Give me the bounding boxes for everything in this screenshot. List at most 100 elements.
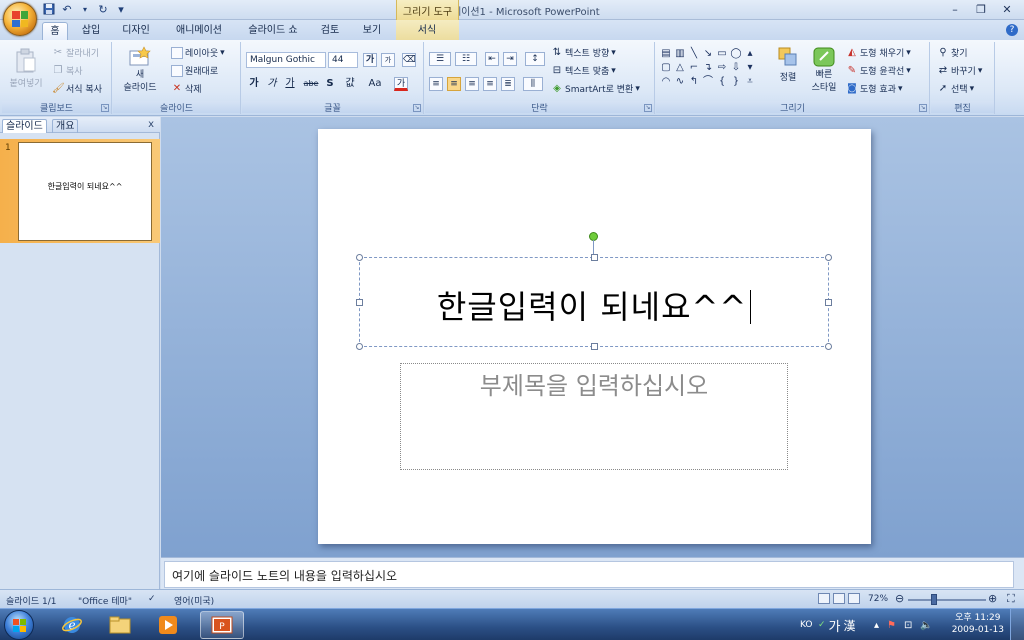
tab-slide-show[interactable]: 슬라이드 쇼 [240, 22, 306, 40]
drawing-launcher-icon[interactable]: ↘ [919, 104, 927, 112]
arrow-line-shape-icon[interactable]: ↘ [702, 48, 714, 60]
shape-fill-button[interactable]: ◭ 도형 채우기 ▾ [846, 46, 911, 60]
font-size-dropdown[interactable]: 44 [328, 52, 358, 68]
scroll-down-icon[interactable]: ▾ [744, 62, 756, 74]
slide-thumbnail-row[interactable]: 1 한글입력이 되네요^^ [0, 139, 160, 243]
normal-view-icon[interactable] [818, 593, 830, 604]
maximize-button[interactable]: ❐ [968, 2, 994, 18]
grow-font-button[interactable]: 가 [363, 53, 377, 67]
vertical-textbox-shape-icon[interactable]: ▥ [674, 48, 686, 60]
increase-indent-icon[interactable]: ⇥ [503, 52, 517, 66]
file-explorer-icon[interactable] [98, 611, 142, 639]
resize-handle-nw[interactable] [356, 254, 363, 261]
network-icon[interactable]: ⊡ [904, 620, 912, 631]
decrease-indent-icon[interactable]: ⇤ [485, 52, 499, 66]
strikethrough-button[interactable]: abe [302, 78, 320, 90]
media-player-icon[interactable] [146, 611, 190, 639]
layout-button[interactable]: 레이아웃 ▾ [171, 46, 225, 59]
tab-slides-pane[interactable]: 슬라이드 [2, 119, 47, 133]
zoom-slider-thumb[interactable] [931, 594, 937, 605]
close-button[interactable]: ✕ [994, 2, 1020, 18]
paragraph-launcher-icon[interactable]: ↘ [644, 104, 652, 112]
distributed-icon[interactable]: ≣ [501, 77, 515, 91]
start-button[interactable] [4, 610, 34, 640]
ime-hangul[interactable]: 가 [829, 616, 841, 635]
down-arrow-shape-icon[interactable]: ⇩ [730, 62, 742, 74]
more-shapes-icon[interactable]: ⩡ [744, 76, 756, 88]
callout-shape-icon[interactable]: ↰ [688, 76, 700, 88]
shape-effects-button[interactable]: ◙ 도형 효과 ▾ [846, 82, 902, 96]
curve-shape-icon[interactable]: ◠ [660, 76, 672, 88]
freeform-shape-icon[interactable]: ∿ [674, 76, 686, 88]
right-arrow-shape-icon[interactable]: ⇨ [716, 62, 728, 74]
theme-name[interactable]: "Office 테마" [78, 594, 132, 607]
close-icon[interactable]: x [148, 119, 154, 130]
office-button[interactable] [3, 2, 37, 36]
underline-button[interactable]: 가 [284, 78, 296, 90]
show-hidden-icons-icon[interactable]: ▴ [874, 620, 879, 631]
italic-button[interactable]: 가 [266, 78, 278, 90]
rectangle-shape-icon[interactable]: ▭ [716, 48, 728, 60]
resize-handle-sw[interactable] [356, 343, 363, 350]
change-case-button[interactable]: Aa [366, 78, 384, 90]
action-center-flag-icon[interactable]: ⚑ [887, 620, 896, 631]
align-left-icon[interactable]: ≡ [429, 77, 443, 91]
subtitle-placeholder[interactable]: 부제목을 입력하십시오 [400, 363, 788, 470]
clipboard-launcher-icon[interactable]: ↘ [101, 104, 109, 112]
tab-outline-pane[interactable]: 개요 [52, 119, 79, 133]
zoom-level[interactable]: 72% [868, 594, 888, 604]
zoom-slider-track[interactable] [908, 599, 986, 601]
shapes-gallery[interactable]: ▤ ▥ ╲ ↘ ▭ ◯ ▴ ▢ △ ⌐ ↴ ⇨ ⇩ ▾ ◠ ∿ ↰ ⌒ { } … [660, 48, 770, 88]
slide-canvas[interactable]: 한글입력이 되네요^^ 부제목을 입력하십시오 [318, 129, 871, 544]
justify-icon[interactable]: ≡ [483, 77, 497, 91]
internet-explorer-icon[interactable]: e [50, 611, 94, 639]
clear-format-icon[interactable]: ⌫ [402, 53, 416, 67]
align-center-icon[interactable]: ≡ [447, 77, 461, 91]
font-color-button[interactable]: 가 [394, 77, 408, 91]
minimize-button[interactable]: – [942, 2, 968, 18]
tab-insert[interactable]: 삽입 [76, 22, 106, 40]
volume-icon[interactable]: 🔈 [920, 620, 932, 631]
shrink-font-button[interactable]: 가 [381, 53, 395, 67]
delete-slide-button[interactable]: ✕ 삭제 [171, 82, 202, 96]
tab-format[interactable]: 서식 [410, 22, 444, 40]
bullets-icon[interactable]: ☰ [429, 52, 451, 66]
paste-button[interactable]: 붙여넣기 [6, 48, 46, 89]
fit-to-window-icon[interactable]: ⛶ [1007, 592, 1015, 606]
language-bar[interactable]: KO [800, 609, 813, 640]
clock[interactable]: 오후 11:29 2009-01-13 [952, 612, 1004, 636]
arrange-button[interactable]: 정렬 [774, 46, 802, 83]
cut-button[interactable]: ✂ 잘라내기 [52, 46, 99, 60]
left-brace-shape-icon[interactable]: { [716, 76, 728, 88]
right-brace-shape-icon[interactable]: } [730, 76, 742, 88]
resize-handle-se[interactable] [825, 343, 832, 350]
notes-input[interactable]: 여기에 슬라이드 노트의 내용을 입력하십시오 [164, 561, 1014, 588]
textbox-shape-icon[interactable]: ▤ [660, 48, 672, 60]
spellcheck-icon[interactable]: ✓ [148, 594, 156, 604]
format-painter-button[interactable]: 🖌 서식 복사 [52, 82, 102, 96]
font-launcher-icon[interactable]: ↘ [413, 104, 421, 112]
find-button[interactable]: ⚲ 찾기 [937, 46, 967, 60]
tab-home[interactable]: 홈 [42, 22, 68, 40]
resize-handle-s[interactable] [591, 343, 598, 350]
tab-view[interactable]: 보기 [356, 22, 388, 40]
shadow-button[interactable]: S [324, 78, 336, 90]
ime-indicator[interactable]: ✓ 가 漢 [818, 609, 856, 640]
copy-button[interactable]: ❐ 복사 [52, 64, 83, 78]
line-spacing-icon[interactable]: ↕ [525, 52, 545, 66]
title-placeholder[interactable]: 한글입력이 되네요^^ [356, 254, 832, 350]
select-button[interactable]: ➚ 선택 ▾ [937, 82, 974, 96]
language-indicator[interactable]: 영어(미국) [174, 594, 214, 607]
connector-shape-icon[interactable]: ↴ [702, 62, 714, 74]
arc-shape-icon[interactable]: ⌒ [702, 76, 714, 88]
triangle-shape-icon[interactable]: △ [674, 62, 686, 74]
shape-outline-button[interactable]: ✎ 도형 윤곽선 ▾ [846, 64, 911, 78]
tab-review[interactable]: 검토 [314, 22, 346, 40]
line-shape-icon[interactable]: ╲ [688, 48, 700, 60]
font-name-dropdown[interactable]: Malgun Gothic [246, 52, 326, 68]
rounded-rect-shape-icon[interactable]: ▢ [660, 62, 672, 74]
slide-show-view-icon[interactable] [848, 593, 860, 604]
align-right-icon[interactable]: ≡ [465, 77, 479, 91]
quick-styles-button[interactable]: 빠른 스타일 [806, 46, 842, 94]
zoom-out-icon[interactable]: ⊖ [895, 592, 904, 605]
